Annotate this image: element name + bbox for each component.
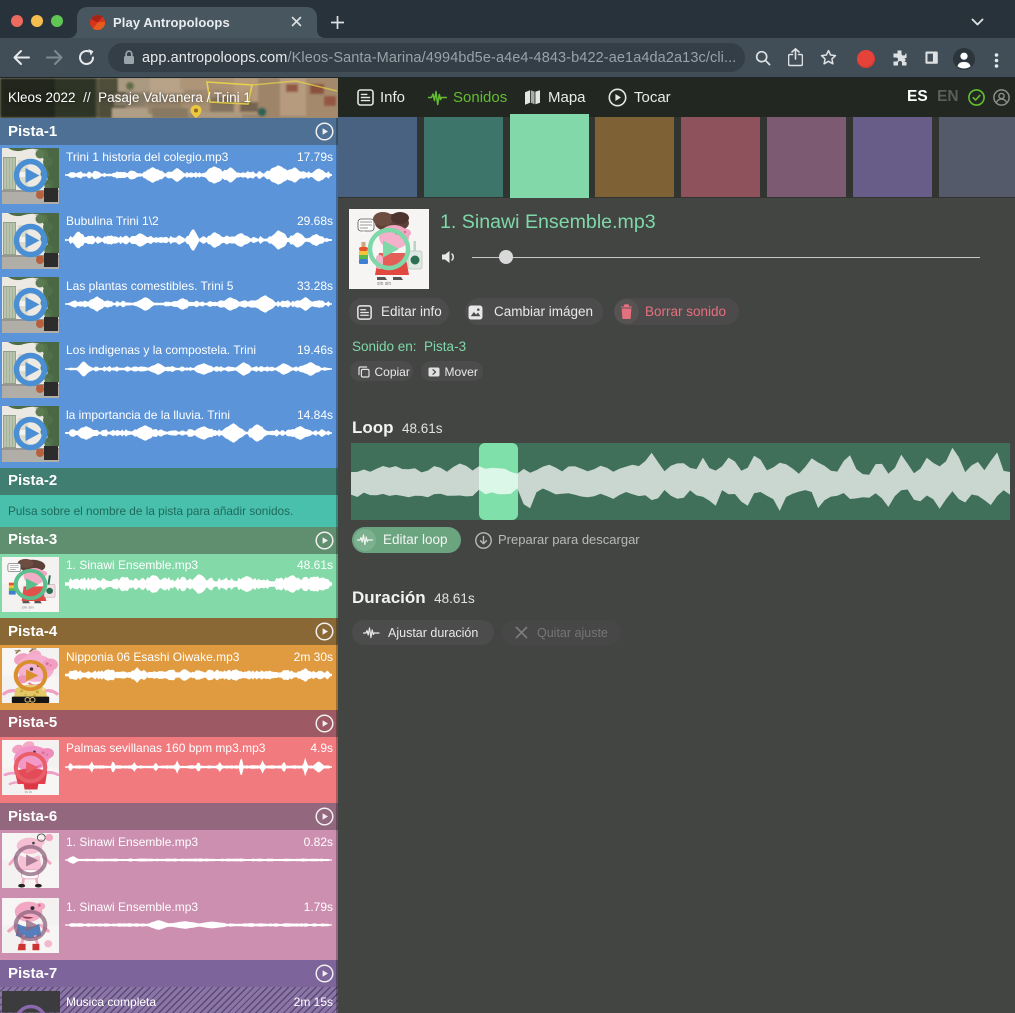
svg-text:la la: la la — [25, 790, 33, 794]
svg-text:sin sin: sin sin — [22, 604, 35, 609]
svg-text:sin sin: sin sin — [377, 281, 391, 287]
